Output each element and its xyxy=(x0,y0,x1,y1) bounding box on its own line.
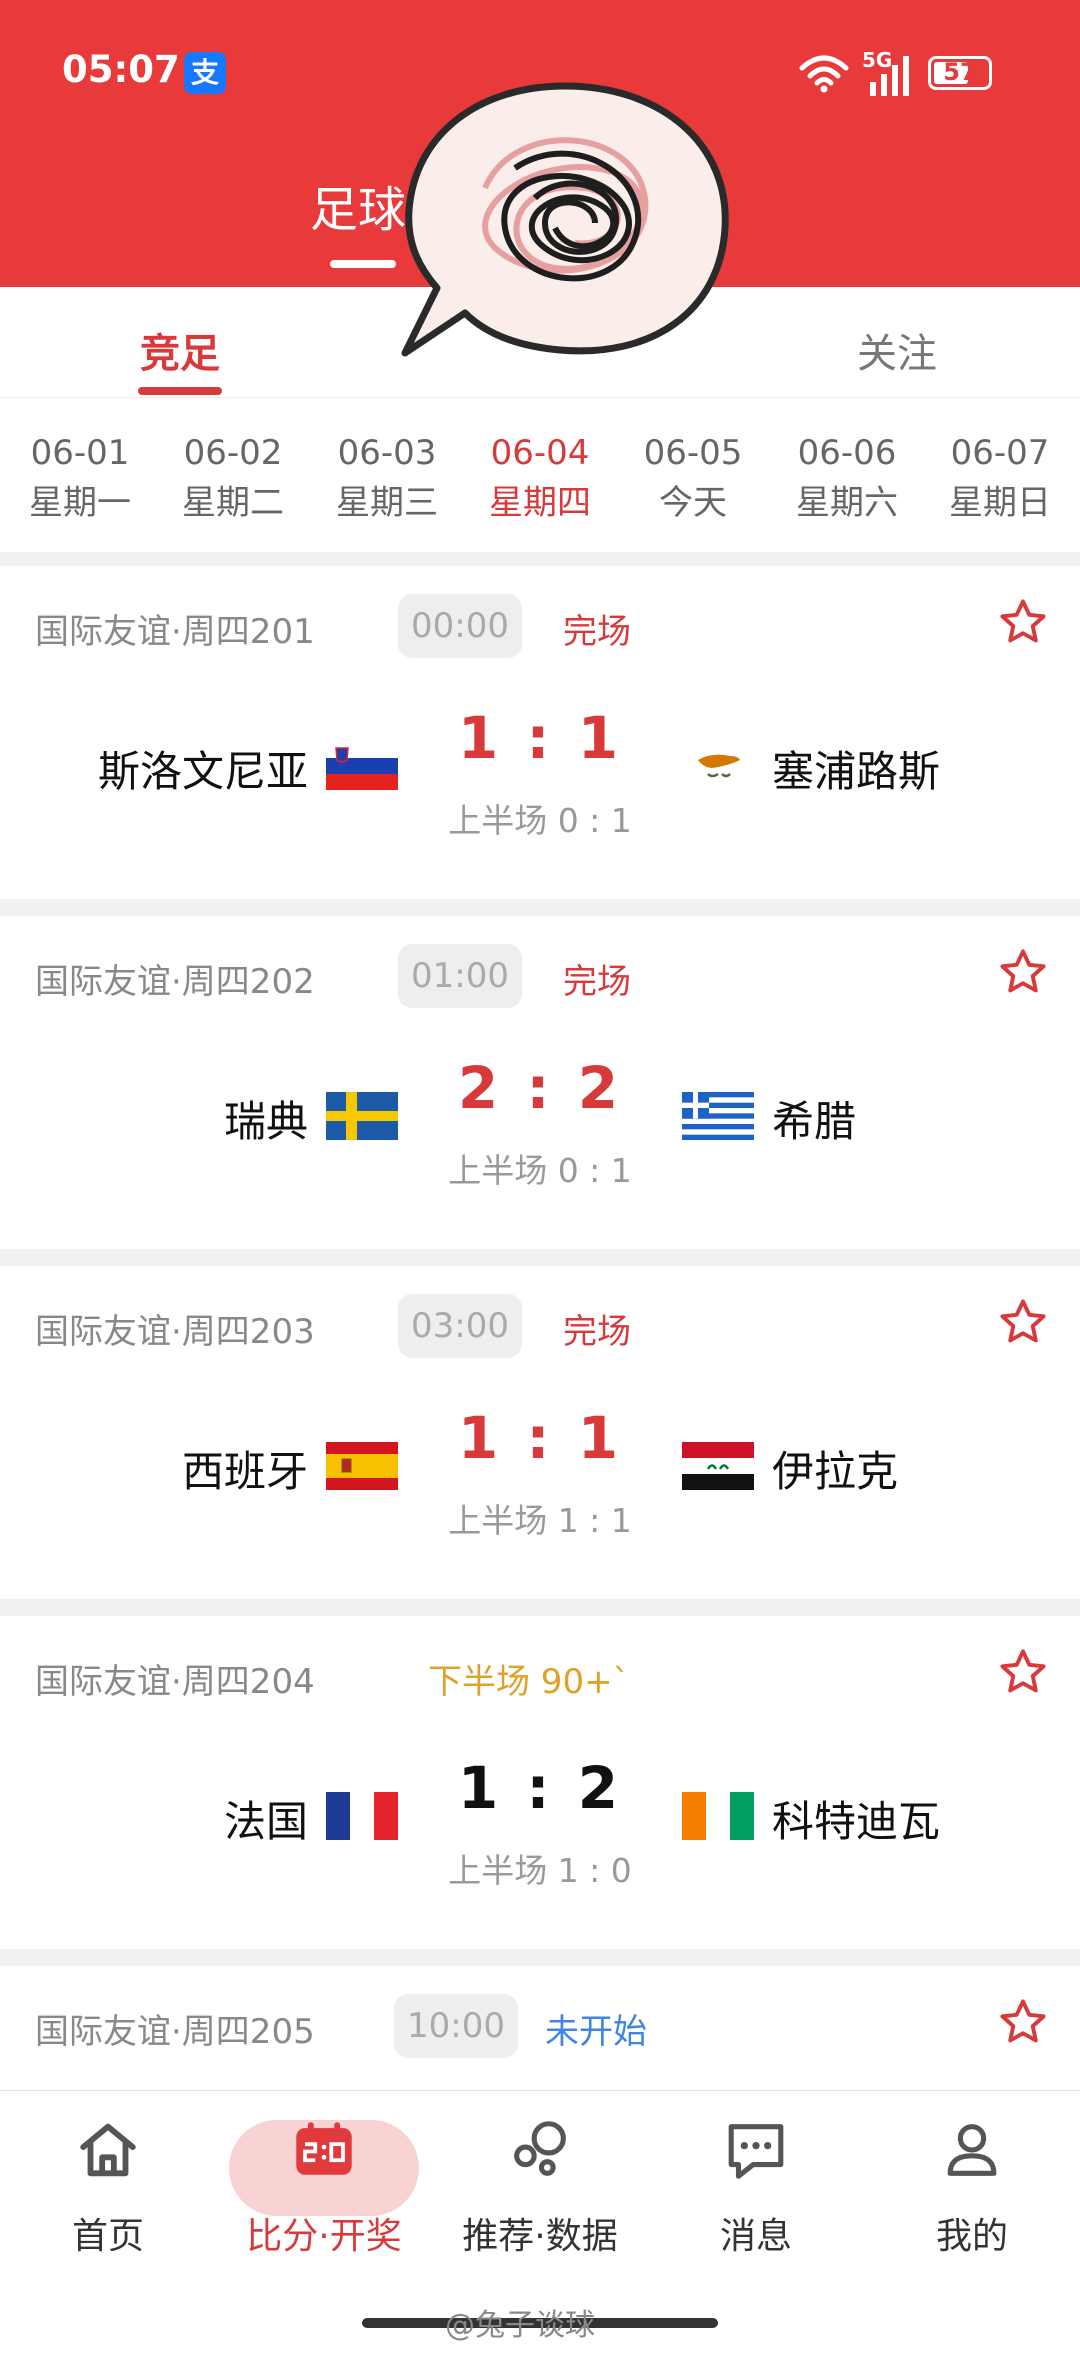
iraq-flag-icon xyxy=(682,1442,754,1490)
nav-label: 我的 xyxy=(935,2216,1008,2257)
signal-icon xyxy=(870,56,909,96)
wifi-icon xyxy=(799,55,849,93)
match-status: 完场 xyxy=(563,962,631,1002)
match-card[interactable]: 国际友谊·周四201 00:00 完场 斯洛文尼亚 1 : 1 上半场 0 : … xyxy=(0,566,1080,899)
weekday-label: 星期一 xyxy=(29,483,131,523)
match-card[interactable]: 国际友谊·周四204 下半场 90+` 法国 1 : 2 上半场 1 : 0 科… xyxy=(0,1616,1080,1949)
home-team: 斯洛文尼亚 xyxy=(97,747,308,796)
weekday-label: 星期三 xyxy=(336,483,438,523)
live-score: 1 : 2 xyxy=(457,1754,623,1822)
match-card[interactable]: 国际友谊·周四203 03:00 完场 西班牙 1 : 1 上半场 1 : 1 … xyxy=(0,1266,1080,1599)
watermark: @兔子谈球 xyxy=(445,2308,595,2343)
date-label: 06-04 xyxy=(490,433,590,473)
nav-profile[interactable]: 我的 xyxy=(864,2115,1080,2259)
bubbles-icon xyxy=(514,2121,566,2176)
tab-football[interactable]: 足球 xyxy=(310,170,406,240)
weekday-label: 星期四 xyxy=(489,483,591,523)
subtab-indicator xyxy=(138,387,222,395)
full-time-score: 2 : 2 xyxy=(457,1054,623,1122)
favorite-star-icon[interactable] xyxy=(997,1296,1049,1348)
kickoff-time: 03:00 xyxy=(398,1294,522,1358)
ivory-coast-flag-icon xyxy=(682,1792,754,1840)
date-item[interactable]: 06-06 星期六 xyxy=(770,428,924,528)
league-label: 国际友谊·周四205 xyxy=(35,2012,315,2052)
league-label: 国际友谊·周四203 xyxy=(35,1312,315,1352)
tab-follow[interactable]: 关注 xyxy=(857,321,937,379)
nav-home[interactable]: 首页 xyxy=(0,2115,216,2259)
spain-flag-icon xyxy=(326,1442,398,1490)
cyprus-flag-icon xyxy=(682,742,754,790)
match-status: 未开始 xyxy=(545,2012,647,2052)
league-label: 国际友谊·周四204 xyxy=(35,1662,315,1702)
clock: 05:07 xyxy=(62,48,180,91)
away-team: 科特迪瓦 xyxy=(772,1797,941,1846)
sweden-flag-icon xyxy=(326,1092,398,1140)
date-item[interactable]: 06-07 星期日 xyxy=(923,428,1077,528)
date-label: 06-07 xyxy=(950,433,1050,473)
nav-messages[interactable]: 消息 xyxy=(648,2115,864,2259)
date-item[interactable]: 06-02 星期二 xyxy=(156,428,310,528)
kickoff-time: 00:00 xyxy=(398,594,522,658)
date-selector: 06-01 星期一 06-02 星期二 06-03 星期三 06-04 星期四 … xyxy=(0,397,1080,552)
slovenia-flag-icon xyxy=(326,742,398,790)
kickoff-time: 01:00 xyxy=(398,944,522,1008)
tab-jingzu[interactable]: 竞足 xyxy=(140,321,220,379)
home-icon xyxy=(80,2123,136,2177)
favorite-star-icon[interactable] xyxy=(997,1996,1049,2048)
date-label: 06-03 xyxy=(337,433,437,473)
greece-flag-icon xyxy=(682,1092,754,1140)
france-flag-icon xyxy=(326,1792,398,1840)
date-item[interactable]: 06-05 今天 xyxy=(616,428,770,528)
away-team: 伊拉克 xyxy=(772,1447,899,1496)
date-label: 06-06 xyxy=(797,433,897,473)
weekday-label: 星期日 xyxy=(949,483,1051,523)
half-time-score: 上半场 1 : 0 xyxy=(448,1851,632,1890)
away-team: 希腊 xyxy=(772,1097,857,1146)
half-time-score: 上半场 0 : 1 xyxy=(448,801,632,840)
date-item[interactable]: 06-01 星期一 xyxy=(3,428,157,528)
home-team: 西班牙 xyxy=(181,1447,308,1496)
match-status: 下半场 90+` xyxy=(428,1662,630,1702)
league-label: 国际友谊·周四201 xyxy=(35,612,315,652)
half-time-score: 上半场 1 : 1 xyxy=(448,1501,632,1540)
date-label: 06-02 xyxy=(183,433,283,473)
battery-level: 57 xyxy=(943,58,977,86)
match-status: 完场 xyxy=(563,612,631,652)
date-item-selected[interactable]: 06-04 星期四 xyxy=(463,428,617,528)
full-time-score: 1 : 1 xyxy=(457,704,623,772)
date-label: 06-05 xyxy=(643,433,743,473)
nav-label: 比分·开奖 xyxy=(246,2216,402,2257)
home-team: 瑞典 xyxy=(223,1097,308,1146)
nav-label: 推荐·数据 xyxy=(462,2216,618,2257)
profile-icon xyxy=(947,2124,997,2176)
league-label: 国际友谊·周四202 xyxy=(35,962,315,1002)
nav-recommend[interactable]: 推荐·数据 xyxy=(432,2115,648,2259)
alipay-icon: 支 xyxy=(184,52,226,94)
weekday-label: 星期六 xyxy=(796,483,898,523)
date-label: 06-01 xyxy=(30,433,130,473)
favorite-star-icon[interactable] xyxy=(997,946,1049,998)
nav-label: 首页 xyxy=(71,2216,144,2257)
match-card[interactable]: 国际友谊·周四202 01:00 完场 瑞典 2 : 2 上半场 0 : 1 希… xyxy=(0,916,1080,1249)
battery-icon: 57 xyxy=(928,56,992,90)
scribble-sticker xyxy=(401,82,729,357)
weekday-label: 今天 xyxy=(659,483,727,523)
away-team: 塞浦路斯 xyxy=(772,747,941,796)
full-time-score: 1 : 1 xyxy=(457,1404,623,1472)
weekday-label: 星期二 xyxy=(182,483,284,523)
favorite-star-icon[interactable] xyxy=(997,596,1049,648)
match-status: 完场 xyxy=(563,1312,631,1352)
home-team: 法国 xyxy=(223,1797,308,1846)
half-time-score: 上半场 0 : 1 xyxy=(448,1151,632,1190)
nav-scores[interactable]: 比分·开奖 xyxy=(216,2115,432,2259)
tab-indicator xyxy=(330,260,396,268)
favorite-star-icon[interactable] xyxy=(997,1646,1049,1698)
message-icon xyxy=(728,2124,784,2179)
date-item[interactable]: 06-03 星期三 xyxy=(310,428,464,528)
kickoff-time: 10:00 xyxy=(394,1994,518,2058)
nav-label: 消息 xyxy=(719,2216,792,2257)
scoreboard-icon xyxy=(296,2122,352,2175)
